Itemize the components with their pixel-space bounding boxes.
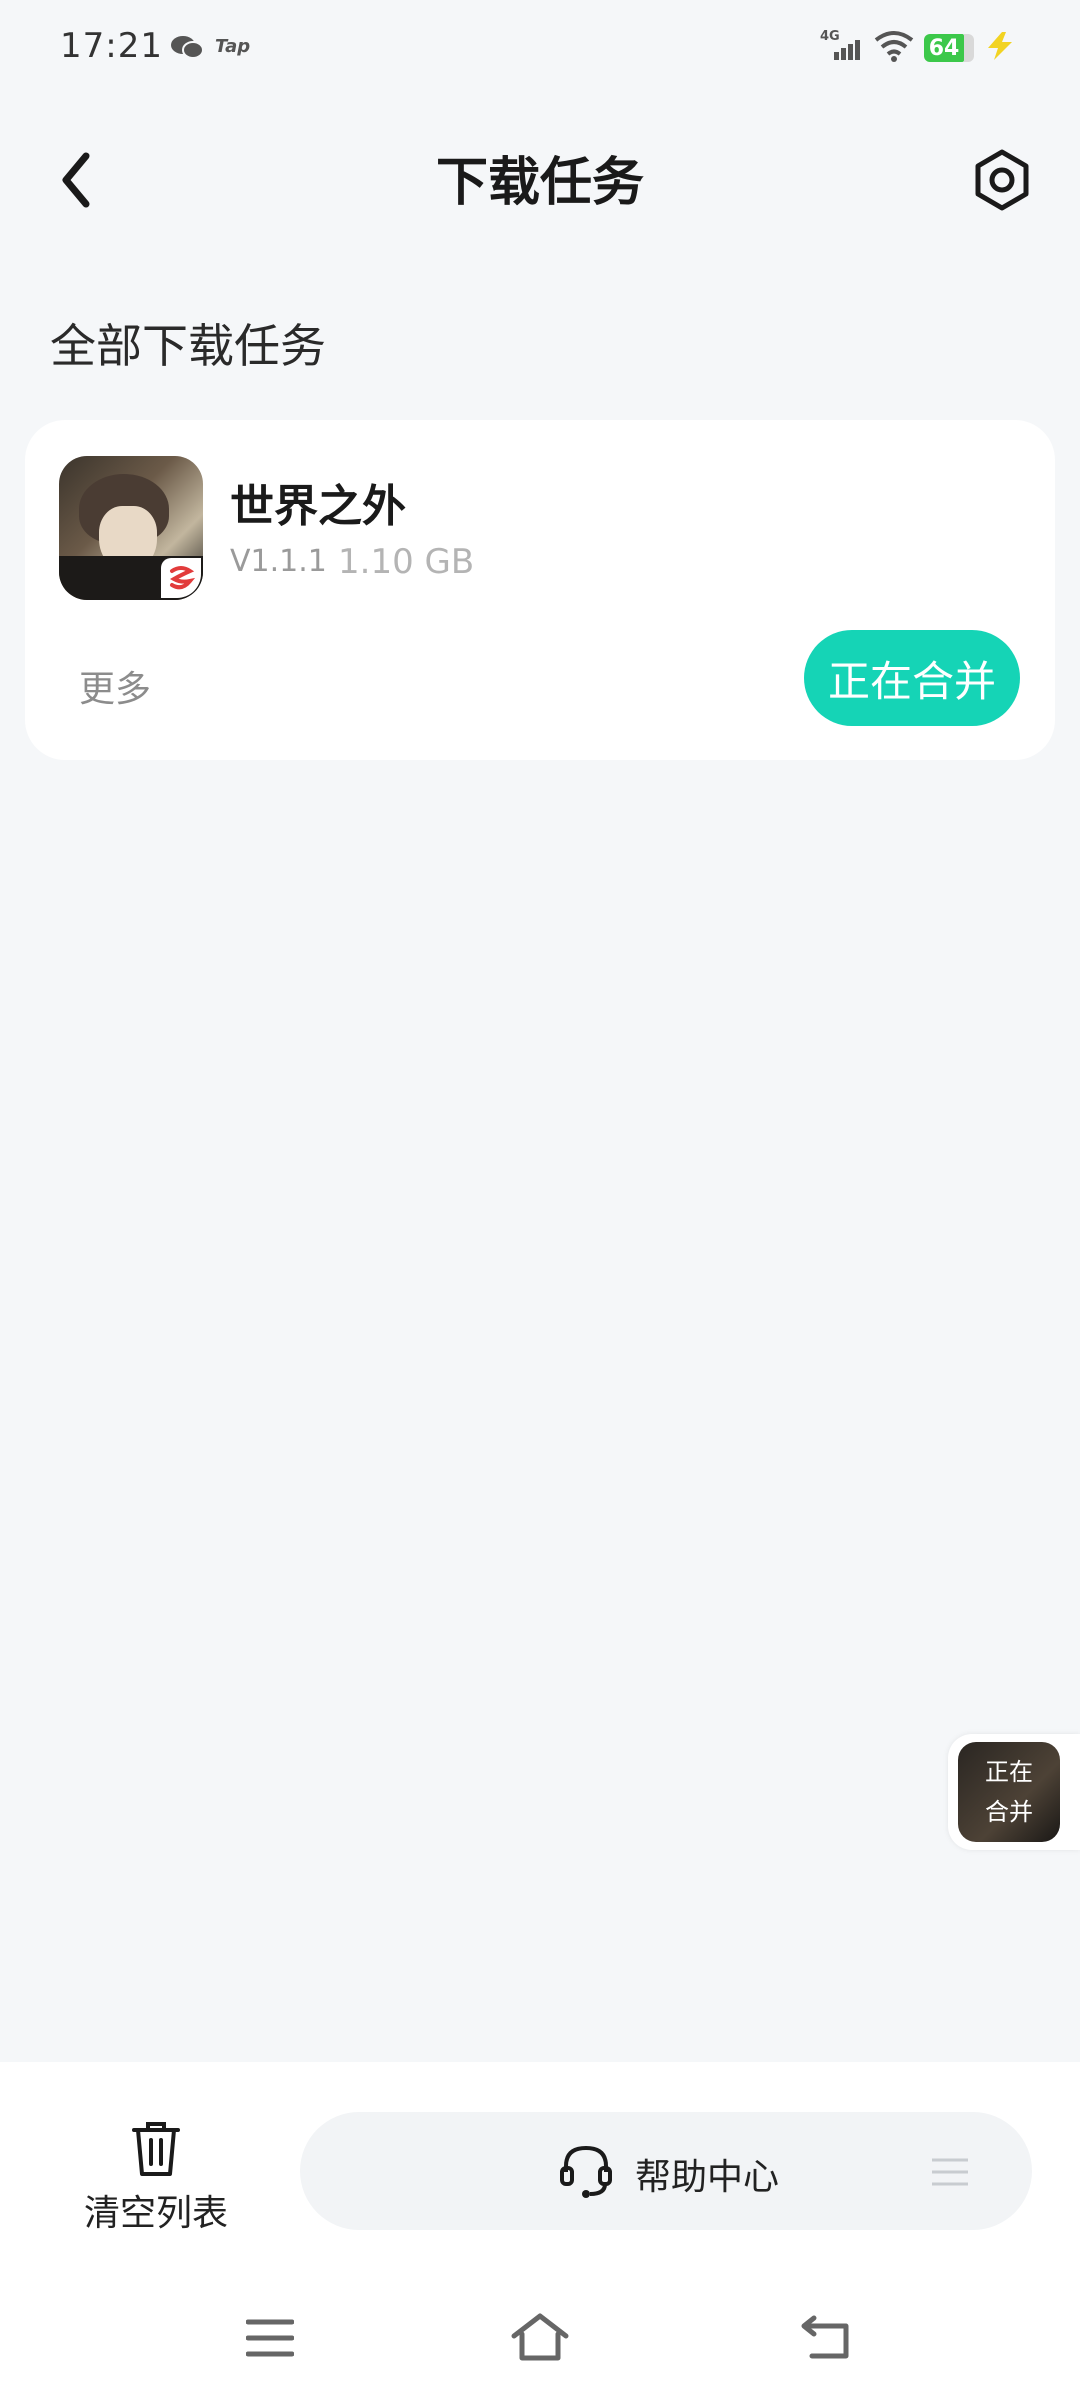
tap-icon: Tap — [215, 36, 251, 57]
battery-icon: 64 — [924, 34, 976, 62]
svg-text:4G: 4G — [820, 29, 840, 44]
app-size: 1.10 GB — [338, 542, 475, 582]
trash-icon[interactable] — [124, 2116, 188, 2180]
more-button[interactable]: 更多 — [79, 660, 151, 712]
merging-status-button[interactable]: 正在合并 — [804, 630, 1020, 726]
nav-menu-icon[interactable] — [245, 2318, 295, 2358]
page-title: 下载任务 — [435, 153, 644, 213]
floating-widget-line1: 正在 — [985, 1758, 1033, 1786]
help-center-button[interactable]: 帮助中心 — [300, 2112, 1032, 2230]
charging-icon — [984, 30, 1016, 62]
status-bar: 17:21 Tap 4G 64 — [0, 0, 1080, 96]
netease-logo-icon — [161, 558, 201, 598]
floating-widget-line2: 合并 — [985, 1798, 1033, 1826]
nav-back-icon[interactable] — [800, 2314, 852, 2360]
status-time: 17:21 — [60, 26, 163, 66]
menu-lines-icon[interactable] — [930, 2156, 970, 2188]
nav-home-icon[interactable] — [510, 2312, 570, 2362]
download-task-card[interactable]: 世界之外 V1.1.1 1.10 GB 更多 正在合并 — [25, 420, 1055, 760]
wifi-icon — [874, 30, 914, 62]
wechat-icon — [170, 34, 204, 60]
help-center-label: 帮助中心 — [635, 2157, 780, 2198]
signal-icon: 4G — [820, 28, 864, 62]
app-name: 世界之外 — [230, 481, 406, 532]
settings-icon[interactable] — [972, 148, 1032, 212]
floating-download-widget[interactable]: 正在 合并 — [948, 1734, 1080, 1850]
floating-widget-thumbnail: 正在 合并 — [958, 1742, 1060, 1842]
section-title: 全部下载任务 — [50, 319, 326, 373]
clear-list-button[interactable]: 清空列表 — [84, 2184, 228, 2236]
app-version: V1.1.1 — [230, 544, 327, 579]
headset-icon — [558, 2142, 614, 2200]
battery-level: 64 — [924, 34, 964, 62]
app-icon[interactable] — [59, 456, 203, 600]
